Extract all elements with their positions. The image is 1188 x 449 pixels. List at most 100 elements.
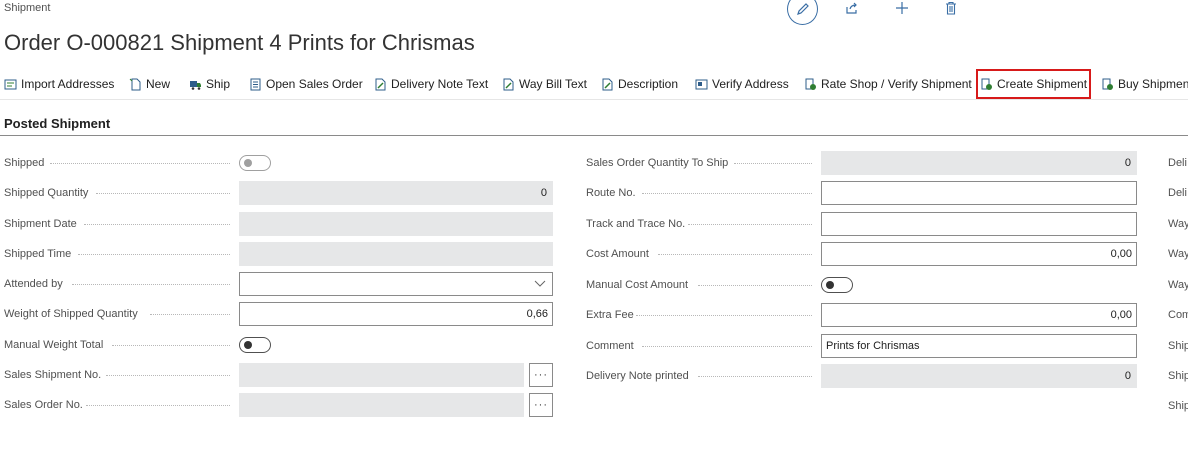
sales-shipment-no-assist-button[interactable]: ··· bbox=[529, 363, 553, 387]
shipped-time-value bbox=[239, 242, 553, 266]
sales-shipment-no-value bbox=[239, 363, 524, 387]
dots bbox=[78, 254, 230, 256]
cost-amount-input[interactable]: 0,00 bbox=[821, 242, 1137, 266]
manual-cost-amount-label: Manual Cost Amount bbox=[586, 279, 689, 291]
dots bbox=[72, 284, 230, 286]
track-trace-no-input[interactable] bbox=[821, 212, 1137, 236]
breadcrumb: Shipment bbox=[4, 2, 51, 14]
dots bbox=[658, 254, 812, 256]
rate-shop-button[interactable]: Rate Shop / Verify Shipment bbox=[804, 73, 972, 95]
rate-shop-label: Rate Shop / Verify Shipment bbox=[821, 77, 972, 91]
ship-button[interactable]: Ship bbox=[189, 73, 230, 95]
edit-button[interactable] bbox=[787, 0, 818, 25]
right-field-label: Com bbox=[1168, 309, 1188, 321]
verify-address-button[interactable]: Verify Address bbox=[695, 73, 789, 95]
dots bbox=[734, 163, 812, 165]
track-trace-no-label: Track and Trace No. bbox=[586, 218, 686, 230]
right-field-label: Deli bbox=[1168, 187, 1187, 199]
right-field-label: Way bbox=[1168, 279, 1188, 291]
page-title: Order O-000821 Shipment 4 Prints for Chr… bbox=[4, 30, 475, 55]
delivery-note-text-label: Delivery Note Text bbox=[391, 77, 489, 91]
add-button[interactable] bbox=[886, 0, 918, 24]
create-shipment-label: Create Shipment bbox=[997, 77, 1088, 91]
manual-weight-total-toggle[interactable] bbox=[239, 337, 271, 353]
action-bar-divider bbox=[0, 99, 1188, 100]
shipped-time-label: Shipped Time bbox=[4, 248, 72, 260]
dots bbox=[150, 314, 230, 316]
import-addresses-icon bbox=[4, 79, 17, 89]
description-icon bbox=[602, 78, 613, 90]
delivery-note-printed-value: 0 bbox=[821, 364, 1137, 388]
dots bbox=[106, 375, 230, 377]
dots bbox=[642, 193, 812, 195]
dots bbox=[698, 285, 812, 287]
dots bbox=[112, 345, 230, 347]
delivery-note-text-icon bbox=[375, 78, 386, 90]
ship-label: Ship bbox=[206, 77, 231, 91]
sales-order-icon bbox=[250, 78, 261, 90]
section-title: Posted Shipment bbox=[4, 116, 111, 131]
new-button[interactable]: New bbox=[129, 73, 170, 95]
right-field-label: Way bbox=[1168, 248, 1188, 260]
dots bbox=[84, 224, 230, 226]
create-shipment-icon bbox=[981, 78, 992, 90]
toggle-knob bbox=[244, 341, 252, 349]
dots bbox=[698, 376, 812, 378]
toggle-knob bbox=[244, 159, 252, 167]
rate-shop-icon bbox=[805, 78, 816, 90]
right-field-label: Ship bbox=[1168, 340, 1188, 352]
buy-shipment-label: Buy Shipment bbox=[1118, 77, 1188, 91]
chevron-down-icon bbox=[534, 280, 546, 287]
dots bbox=[636, 315, 812, 317]
comment-input[interactable]: Prints for Chrismas bbox=[821, 334, 1137, 358]
way-bill-text-button[interactable]: Way Bill Text bbox=[502, 73, 587, 95]
dots bbox=[96, 193, 230, 195]
dots bbox=[50, 163, 230, 165]
weight-shipped-quantity-input[interactable]: 0,66 bbox=[239, 302, 553, 326]
buy-shipment-button[interactable]: Buy Shipment bbox=[1101, 73, 1188, 95]
sales-order-no-assist-button[interactable]: ··· bbox=[529, 393, 553, 417]
shipped-toggle[interactable] bbox=[239, 155, 271, 171]
share-icon bbox=[846, 2, 857, 14]
shipment-date-label: Shipment Date bbox=[4, 218, 77, 230]
dots bbox=[86, 405, 230, 407]
route-no-label: Route No. bbox=[586, 187, 636, 199]
sales-order-qty-to-ship-value: 0 bbox=[821, 151, 1137, 175]
open-sales-order-label: Open Sales Order bbox=[266, 77, 363, 91]
delivery-note-printed-label: Delivery Note printed bbox=[586, 370, 689, 382]
new-icon bbox=[129, 78, 141, 90]
dots bbox=[688, 224, 812, 226]
sales-shipment-no-label: Sales Shipment No. bbox=[4, 369, 102, 381]
extra-fee-input[interactable]: 0,00 bbox=[821, 303, 1137, 327]
attended-by-label: Attended by bbox=[4, 278, 63, 290]
open-sales-order-button[interactable]: Open Sales Order bbox=[249, 73, 363, 95]
description-button[interactable]: Description bbox=[601, 73, 678, 95]
delete-icon bbox=[946, 1, 956, 15]
description-label: Description bbox=[618, 77, 679, 91]
manual-cost-amount-toggle[interactable] bbox=[821, 277, 853, 293]
delete-button[interactable] bbox=[935, 0, 967, 24]
edit-icon bbox=[796, 3, 809, 15]
shipped-label: Shipped bbox=[4, 157, 45, 169]
weight-shipped-quantity-label: Weight of Shipped Quantity bbox=[4, 308, 138, 320]
verify-address-label: Verify Address bbox=[712, 77, 789, 91]
sales-order-no-label: Sales Order No. bbox=[4, 399, 83, 411]
buy-shipment-icon bbox=[1102, 78, 1113, 90]
right-field-label: Deli bbox=[1168, 157, 1187, 169]
way-bill-text-label: Way Bill Text bbox=[519, 77, 588, 91]
verify-address-icon bbox=[695, 79, 708, 89]
action-bar: Import Addresses New Ship Open Sales Ord… bbox=[0, 69, 1188, 99]
manual-weight-total-label: Manual Weight Total bbox=[4, 339, 104, 351]
share-button[interactable] bbox=[836, 0, 868, 24]
sales-order-no-value bbox=[239, 393, 524, 417]
create-shipment-button[interactable]: Create Shipment bbox=[975, 69, 1092, 99]
delivery-note-text-button[interactable]: Delivery Note Text bbox=[374, 73, 488, 95]
right-field-label: Ship bbox=[1168, 370, 1188, 382]
attended-by-select[interactable] bbox=[239, 272, 553, 296]
toggle-knob bbox=[826, 281, 834, 289]
route-no-input[interactable] bbox=[821, 181, 1137, 205]
import-addresses-button[interactable]: Import Addresses bbox=[4, 73, 114, 95]
right-field-label: Ship bbox=[1168, 400, 1188, 412]
new-label: New bbox=[146, 77, 171, 91]
shipped-quantity-label: Shipped Quantity bbox=[4, 187, 89, 199]
